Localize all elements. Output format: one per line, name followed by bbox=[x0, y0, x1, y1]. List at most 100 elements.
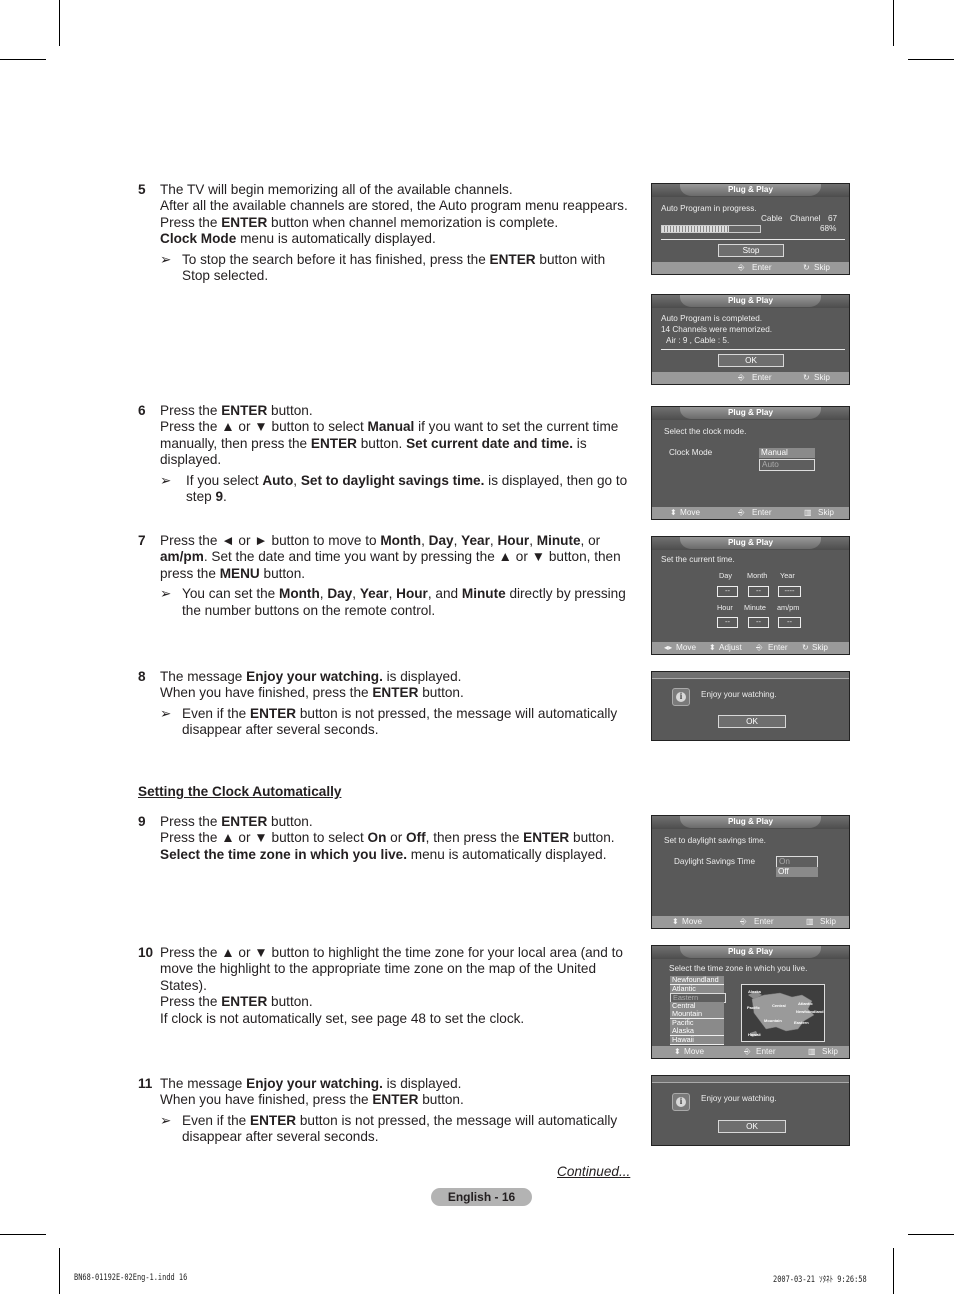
enjoy-message: Enjoy your watching. bbox=[701, 1094, 777, 1103]
osd-clock-mode: Plug & Play Select the clock mode. Clock… bbox=[651, 406, 850, 520]
enter-hint[interactable]: Enter bbox=[752, 262, 772, 274]
left-right-icon: ◂▸ bbox=[664, 643, 673, 652]
step-number: 8 bbox=[138, 669, 146, 684]
year-label: Year bbox=[780, 571, 795, 580]
step-text: Press the ▲ or ▼ button to highlight the… bbox=[160, 945, 623, 993]
map-label: Alaska bbox=[748, 989, 761, 994]
step-text: Press the ▲ or ▼ button to select On or … bbox=[160, 830, 615, 846]
osd-footer: ⎆ Enter ↻ Skip bbox=[652, 262, 849, 274]
skip-hint[interactable]: Skip bbox=[814, 262, 830, 274]
up-down-icon: ⬍ bbox=[670, 508, 677, 517]
step-text: When you have finished, press the ENTER … bbox=[160, 685, 464, 701]
stop-button[interactable]: Stop bbox=[718, 244, 784, 257]
option-auto[interactable]: Auto bbox=[759, 459, 815, 471]
arrow-icon: ➢ bbox=[160, 1112, 172, 1128]
year-field[interactable]: ---- bbox=[778, 586, 801, 597]
enter-hint[interactable]: Enter bbox=[756, 1046, 776, 1058]
clock-mode-label: Clock Mode bbox=[669, 448, 713, 457]
step-5: 5 The TV will begin memorizing all of th… bbox=[138, 182, 628, 284]
menu-icon: ▥ bbox=[804, 508, 812, 517]
osd-footer: ⬍ Move ⎆ Enter ▥ Skip bbox=[652, 1046, 849, 1058]
crop-mark bbox=[908, 59, 954, 60]
day-label: Day bbox=[719, 571, 732, 580]
date-slug: 2007-03-21 ｿﾀﾈﾄ 9:26:58 bbox=[773, 1275, 867, 1285]
arrow-icon: ➢ bbox=[160, 586, 172, 602]
prompt: Select the clock mode. bbox=[664, 427, 747, 436]
step-text: Clock Mode menu is automatically display… bbox=[160, 231, 436, 247]
time-zone-map[interactable]: Alaska Pacific Central Atlantic Newfoundland… bbox=[741, 984, 825, 1042]
enter-hint[interactable]: Enter bbox=[752, 507, 772, 519]
note: ➢ You can set the Month, Day, Year, Hour,… bbox=[160, 586, 626, 618]
info-icon: i bbox=[672, 1093, 690, 1111]
enter-icon: ⎆ bbox=[738, 263, 745, 272]
osd-titlebar: Plug & Play bbox=[652, 407, 849, 420]
continued-link: Continued... bbox=[557, 1164, 631, 1179]
map-label: Newfoundland bbox=[796, 1009, 824, 1014]
option-manual[interactable]: Manual bbox=[759, 448, 815, 458]
skip-hint[interactable]: Skip bbox=[820, 916, 836, 928]
enter-icon: ⎆ bbox=[756, 643, 763, 652]
info-icon: i bbox=[672, 688, 690, 706]
note: ➢ Even if the ENTER button is not pressed… bbox=[160, 705, 618, 738]
step-text: Press the ENTER button. bbox=[160, 403, 313, 418]
ok-button[interactable]: OK bbox=[718, 1120, 786, 1133]
skip-hint[interactable]: Skip bbox=[818, 507, 834, 519]
option-off[interactable]: Off bbox=[776, 867, 818, 877]
step-text: Press the ◄ or ► button to move to Month… bbox=[160, 533, 621, 581]
crop-mark bbox=[59, 0, 60, 46]
day-field[interactable]: -- bbox=[717, 586, 738, 597]
map-label: Atlantic bbox=[798, 1001, 813, 1006]
up-down-icon: ⬍ bbox=[672, 917, 679, 926]
osd-enjoy-message: i Enjoy your watching. OK bbox=[651, 671, 850, 741]
osd-footer: ⬍ Move ⎆ Enter ▥ Skip bbox=[652, 507, 849, 519]
channel-number: 67 bbox=[828, 214, 838, 223]
minute-field[interactable]: -- bbox=[748, 617, 769, 628]
up-down-icon: ⬍ bbox=[674, 1047, 681, 1056]
enter-hint[interactable]: Enter bbox=[768, 642, 788, 654]
osd-title: Plug & Play bbox=[680, 184, 821, 196]
osd-title: Plug & Play bbox=[680, 816, 821, 828]
map-label: Mountain bbox=[764, 1018, 782, 1023]
skip-hint[interactable]: Skip bbox=[812, 642, 828, 654]
note: ➢ Even if the ENTER button is not pressed… bbox=[160, 1112, 618, 1145]
osd-footer: ⎆ Enter ↻ Skip bbox=[652, 372, 849, 384]
month-label: Month bbox=[747, 571, 768, 580]
osd-topbar bbox=[652, 672, 849, 679]
file-slug: BN68-01192E-02Eng-1.indd 16 bbox=[74, 1273, 188, 1283]
osd-time-zone: Plug & Play Select the time zone in whic… bbox=[651, 945, 850, 1059]
ok-button[interactable]: OK bbox=[718, 354, 784, 367]
minute-label: Minute bbox=[744, 603, 766, 612]
time-zone-item[interactable]: Hawaii bbox=[670, 1035, 724, 1045]
enter-hint[interactable]: Enter bbox=[752, 372, 772, 384]
section-heading: Setting the Clock Automatically bbox=[138, 784, 342, 799]
step-9: 9 Press the ENTER button. Press the ▲ or… bbox=[138, 814, 628, 863]
step-text: After all the available channels are sto… bbox=[160, 198, 628, 214]
osd-title: Plug & Play bbox=[680, 946, 821, 958]
completed-line: Auto Program is completed. bbox=[661, 314, 763, 323]
skip-hint[interactable]: Skip bbox=[814, 372, 830, 384]
osd-daylight-savings: Plug & Play Set to daylight savings time… bbox=[651, 815, 850, 929]
enter-hint[interactable]: Enter bbox=[754, 916, 774, 928]
crop-mark bbox=[0, 59, 46, 60]
skip-hint[interactable]: Skip bbox=[822, 1046, 838, 1058]
step-text: Press the ENTER button when channel memo… bbox=[160, 214, 559, 230]
hour-field[interactable]: -- bbox=[717, 617, 738, 628]
osd-title: Plug & Play bbox=[680, 295, 821, 307]
divider bbox=[661, 239, 845, 240]
completed-line: 14 Channels were memorized. bbox=[661, 325, 773, 334]
menu-icon: ▥ bbox=[806, 917, 814, 926]
completed-line: Air : 9 , Cable : 5. bbox=[666, 336, 730, 345]
step-number: 11 bbox=[138, 1076, 153, 1091]
ampm-label: am/pm bbox=[777, 603, 800, 612]
ok-button[interactable]: OK bbox=[718, 715, 786, 728]
progress-fill bbox=[662, 226, 729, 232]
step-text: Press the ▲ or ▼ button to select Manual… bbox=[160, 419, 619, 468]
enter-icon: ⎆ bbox=[738, 508, 745, 517]
ampm-field[interactable]: -- bbox=[778, 617, 801, 628]
return-icon: ↻ bbox=[803, 373, 810, 382]
osd-titlebar: Plug & Play bbox=[652, 537, 849, 550]
osd-set-time: Plug & Play Set the current time. Day Mo… bbox=[651, 536, 850, 655]
month-field[interactable]: -- bbox=[748, 586, 769, 597]
osd-title: Plug & Play bbox=[680, 537, 821, 549]
osd-titlebar: Plug & Play bbox=[652, 184, 849, 197]
